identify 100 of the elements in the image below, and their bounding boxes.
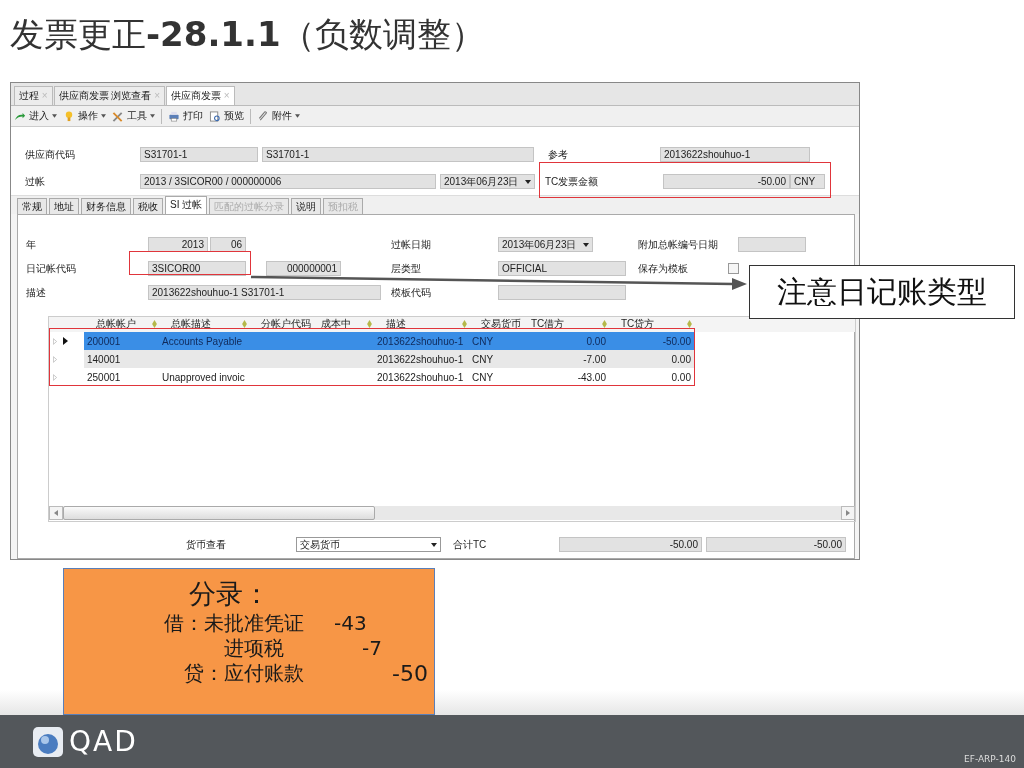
field-label: 货币查看 (186, 537, 227, 552)
sort-icon[interactable] (462, 320, 467, 328)
table-cell: 2013622shouhuo-1 (377, 335, 464, 347)
table-cell: 250001 (87, 371, 121, 383)
field-label: 参考 (548, 147, 569, 162)
field-label: TC发票金额 (545, 174, 600, 189)
field-label: 供应商代码 (25, 147, 76, 162)
scroll-right-icon[interactable] (846, 510, 850, 516)
column-header[interactable]: TC借方 (531, 317, 565, 331)
description-field[interactable]: 2013622shouhuo-1 S31701-1 (148, 285, 381, 300)
toolbar-button[interactable]: 打印 (168, 109, 203, 123)
column-header[interactable]: 成本中 (321, 317, 351, 331)
tab[interactable]: 说明 (291, 198, 322, 214)
note-text: 进项税 (223, 636, 284, 661)
tab[interactable]: 财务信息 (81, 198, 131, 214)
expand-icon[interactable] (53, 337, 57, 345)
table-cell: 2013622shouhuo-1 (377, 371, 464, 383)
table-cell: 2013622shouhuo-1 (377, 353, 464, 365)
sort-icon[interactable] (152, 320, 157, 328)
caret-icon (150, 114, 155, 118)
table-cell: -43.00 (577, 371, 606, 383)
amount-field: -50.00 (663, 174, 790, 189)
note-amount: -7 (362, 636, 382, 661)
note-text: 贷：应付账款 (183, 661, 304, 686)
column-header[interactable]: 分帐户代码 (261, 317, 311, 331)
table-cell: 0.00 (586, 335, 606, 347)
preview-icon (209, 110, 221, 122)
caret-icon (583, 242, 589, 247)
tab[interactable]: 常规 (17, 198, 47, 214)
tab[interactable]: 供应商发票 × (166, 86, 235, 105)
field-label: 附加总帐编号日期 (638, 237, 719, 252)
field-label: 过帐日期 (391, 237, 432, 252)
column-header[interactable]: 交易货币 (481, 317, 521, 331)
caret-icon (525, 179, 531, 184)
toolbar-button[interactable]: 进入 (14, 109, 57, 123)
table-cell: CNY (472, 371, 494, 383)
tab[interactable]: 地址 (49, 198, 79, 214)
table-row[interactable]: 200001 Accounts Payable 2013622shouhuo-1 CNY 0.00 -50.00 (84, 332, 694, 350)
journal-number-field[interactable]: 000000001 (266, 261, 341, 276)
field-label: 描述 (26, 285, 47, 300)
note-title: 分录： (187, 577, 271, 611)
logo-text: QAD (69, 725, 138, 758)
journal-code-field[interactable]: 3SICOR00 (148, 261, 246, 276)
table-cell: -7.00 (583, 353, 606, 365)
note-amount: -43 (334, 611, 367, 636)
currency-field: CNY (790, 174, 825, 189)
toolbar-button[interactable]: 工具 (112, 109, 155, 123)
field-label: 年 (26, 237, 37, 252)
table-row[interactable]: 140001 2013622shouhuo-1 CNY -7.00 0.00 (84, 350, 694, 368)
posting-field[interactable]: 2013 / 3SICOR00 / 000000006 (140, 174, 436, 189)
bulb-icon (63, 110, 75, 122)
tab[interactable]: SI 过帐 (165, 196, 208, 214)
tab[interactable]: 过程 × (14, 86, 53, 105)
field-label: 保存为模板 (638, 261, 689, 276)
table-cell: CNY (472, 353, 494, 365)
toolbar-button[interactable]: 操作 (63, 109, 106, 123)
table-row[interactable]: 250001 Unapproved invoic 2013622shouhuo-1 CNY -43.00 0.00 (84, 368, 694, 386)
sort-icon[interactable] (687, 320, 692, 328)
template-code-field[interactable] (498, 285, 626, 300)
supplier-code-field[interactable]: S31701-1 (140, 147, 258, 162)
sort-icon[interactable] (602, 320, 607, 328)
slide-title: 发票更正-28.1.1（负数调整） (10, 13, 485, 54)
column-header[interactable]: 总帐帐户 (96, 317, 136, 331)
caret-icon (52, 114, 57, 118)
supplier-name-field[interactable]: S31701-1 (262, 147, 534, 162)
reference-field[interactable]: 2013622shouhuo-1 (660, 147, 810, 162)
checkbox[interactable] (728, 263, 739, 274)
caret-icon (295, 114, 300, 118)
field-label: 合计TC (453, 537, 488, 552)
field-label: 模板代码 (391, 285, 432, 300)
date-field[interactable] (738, 237, 806, 252)
currency-dropdown[interactable]: 交易货币 (296, 537, 441, 552)
field-label: 过帐 (25, 174, 46, 189)
total-field: -50.00 (706, 537, 846, 552)
column-header[interactable]: TC贷方 (621, 317, 655, 331)
tools-icon (112, 110, 124, 122)
date-dropdown[interactable]: 2013年06月23日 (440, 174, 535, 189)
column-header[interactable]: 描述 (386, 317, 406, 331)
caret-icon (101, 114, 106, 118)
layer-type-field[interactable]: OFFICIAL (498, 261, 626, 276)
column-header[interactable]: 总帐描述 (171, 317, 211, 331)
scrollbar[interactable] (49, 506, 855, 520)
sort-icon[interactable] (242, 320, 247, 328)
tab[interactable]: 供应商发票 浏览查看 × (53, 86, 166, 105)
logo-icon (33, 726, 63, 757)
toolbar-button[interactable]: 预览 (209, 109, 244, 123)
expand-icon[interactable] (53, 355, 57, 363)
printer-icon (168, 110, 180, 122)
sort-icon[interactable] (367, 320, 372, 328)
expand-icon[interactable] (53, 373, 57, 381)
toolbar-button[interactable]: 附件 (257, 109, 300, 123)
scroll-left-icon[interactable] (54, 510, 58, 516)
tab[interactable]: 税收 (133, 198, 163, 214)
current-row-icon (63, 337, 68, 345)
table-cell: 140001 (87, 353, 121, 365)
field-label: 层类型 (391, 261, 422, 276)
date-dropdown[interactable]: 2013年06月23日 (498, 237, 593, 252)
field-label: 日记帐代码 (26, 261, 77, 276)
slide-code: EF-ARP-140 (964, 754, 1016, 764)
total-field: -50.00 (559, 537, 702, 552)
